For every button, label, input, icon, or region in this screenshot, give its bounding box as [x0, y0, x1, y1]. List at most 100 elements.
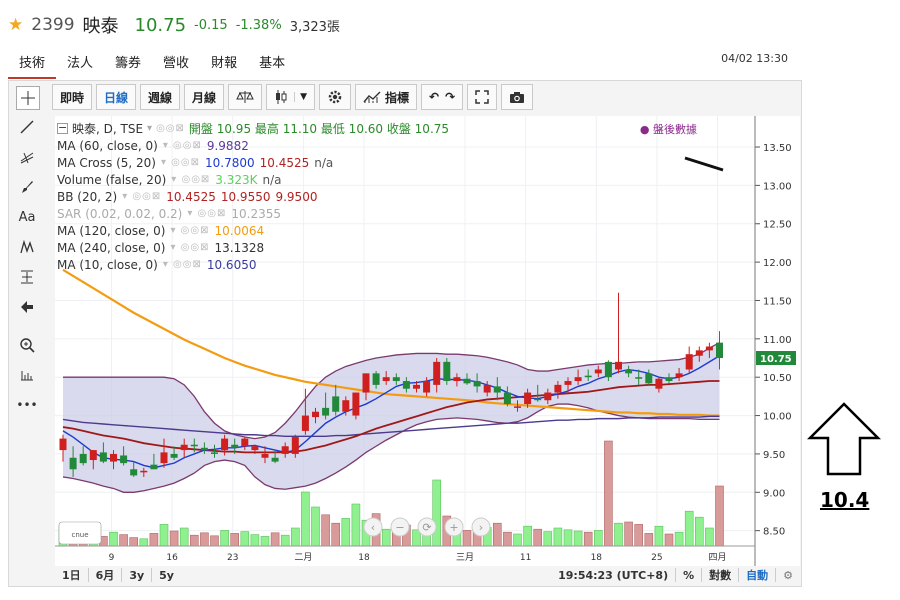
candle-body — [413, 384, 420, 389]
chart-type-button[interactable]: ▼ — [266, 84, 315, 110]
candle-body — [675, 373, 683, 378]
x-tick-label: 四月 — [708, 552, 726, 563]
arrow-left-icon[interactable] — [16, 296, 38, 318]
legend-row-actions-icon[interactable]: ▾ ◎◎⊠ — [170, 242, 209, 253]
candle-body — [271, 457, 279, 462]
reset-icon-glyph: ⟳ — [422, 521, 431, 534]
volume-bar — [139, 538, 149, 547]
text-icon[interactable]: Aa — [16, 206, 38, 228]
percent-toggle[interactable]: % — [676, 569, 701, 582]
volume-bar — [169, 530, 179, 547]
tab-margin[interactable]: 籌券 — [104, 48, 152, 79]
candle-body — [544, 392, 552, 401]
volume-bar — [523, 525, 532, 547]
candle-body — [301, 415, 309, 431]
y-tick-label: 13.50 — [763, 143, 792, 154]
candle-body — [433, 361, 441, 385]
redo-icon[interactable]: ↷ — [445, 90, 455, 104]
crosshair-icon[interactable] — [16, 86, 40, 110]
candle-body — [594, 369, 602, 374]
legend-row-value: n/a — [262, 172, 282, 187]
settings-gear-icon[interactable] — [318, 84, 351, 110]
tab-institutional[interactable]: 法人 — [56, 48, 104, 79]
volume-bar — [513, 533, 522, 547]
legend-eye-icon[interactable]: ◎◎⊠ — [156, 123, 185, 134]
candle-body — [251, 446, 259, 451]
legend-row-actions-icon[interactable]: ▾ ◎◎⊠ — [171, 174, 210, 185]
legend-row-actions-icon[interactable]: ▾ ◎◎⊠ — [163, 259, 202, 270]
volume-bar — [321, 514, 330, 547]
fullscreen-icon[interactable] — [467, 84, 498, 110]
legend-actions-icon[interactable]: ▾ — [147, 123, 152, 134]
candle-body — [241, 438, 249, 447]
candle-body — [281, 446, 289, 454]
legend-row-actions-icon[interactable]: ▾ ◎◎⊠ — [122, 191, 161, 202]
compare-icon[interactable] — [228, 84, 263, 110]
interval-intraday-button[interactable]: 即時 — [52, 84, 93, 110]
y-tick-label: 12.50 — [763, 220, 792, 231]
log-toggle[interactable]: 對數 — [702, 567, 738, 583]
tab-financials[interactable]: 財報 — [200, 48, 248, 79]
y-tick-label: 10.50 — [763, 373, 792, 384]
interval-monthly-button[interactable]: 月線 — [184, 84, 225, 110]
candle-body — [99, 452, 107, 462]
fib-icon[interactable] — [16, 146, 38, 168]
volume-bar — [593, 530, 603, 547]
legend-row-actions-icon[interactable]: ▾ ◎◎⊠ — [187, 208, 226, 219]
last-price-marker: 10.75 — [756, 351, 796, 366]
range-6m-button[interactable]: 6月 — [89, 567, 122, 583]
volume-bar — [220, 530, 229, 547]
volume-bar — [624, 521, 633, 547]
auto-toggle[interactable]: 自動 — [739, 567, 775, 583]
chart-toolbar: 即時 日線 週線 月線 ▼ 指標 ↶ ↷ — [52, 84, 534, 112]
candle-body — [584, 375, 592, 378]
legend-row: MA (60, close, 0) ▾ ◎◎⊠ 9.9882 — [57, 137, 697, 154]
pattern-icon[interactable] — [16, 236, 38, 258]
y-tick-label: 11.00 — [763, 335, 792, 346]
measure-icon[interactable] — [16, 266, 38, 288]
volume-bar — [563, 529, 573, 547]
candle-body — [625, 369, 633, 374]
chevron-down-icon[interactable]: ▼ — [294, 92, 307, 102]
range-3y-button[interactable]: 3y — [122, 569, 151, 582]
trendline-icon[interactable] — [16, 116, 38, 138]
legend-row-label: SAR (0.02, 0.02, 0.2) — [57, 206, 183, 221]
legend-row: MA (240, close, 0) ▾ ◎◎⊠ 13.1328 — [57, 239, 697, 256]
undo-redo-group: ↶ ↷ — [421, 84, 464, 110]
candle-body — [392, 377, 400, 382]
collapse-icon[interactable]: − — [57, 122, 68, 134]
legend-row-actions-icon[interactable]: ▾ ◎◎⊠ — [161, 157, 200, 168]
legend-row-actions-icon[interactable]: ▾ ◎◎⊠ — [170, 225, 209, 236]
volume-bar — [705, 527, 714, 547]
star-icon[interactable]: ★ — [8, 15, 23, 35]
legend-row: MA (10, close, 0) ▾ ◎◎⊠ 10.6050 — [57, 256, 697, 273]
candle-body — [362, 373, 370, 393]
camera-icon[interactable] — [501, 84, 534, 110]
tab-basic[interactable]: 基本 — [248, 48, 296, 79]
tab-revenue[interactable]: 營收 — [152, 48, 200, 79]
range-5y-button[interactable]: 5y — [152, 569, 181, 582]
volume-bar — [159, 524, 169, 547]
brush-icon[interactable] — [16, 176, 38, 198]
candle-body — [473, 381, 481, 387]
volume-bar — [351, 503, 361, 547]
volume-bar — [230, 533, 239, 547]
tab-technical[interactable]: 技術 — [8, 48, 57, 79]
legend-row-actions-icon[interactable]: ▾ ◎◎⊠ — [163, 140, 202, 151]
more-icon[interactable]: ••• — [16, 394, 38, 416]
volume-bar — [200, 532, 209, 547]
after-hours-link[interactable]: ● 盤後數據 — [640, 121, 697, 137]
settings-icon[interactable]: ⚙ — [776, 569, 800, 582]
range-1d-button[interactable]: 1日 — [55, 567, 88, 583]
legend-row: MA (120, close, 0) ▾ ◎◎⊠ 10.0064 — [57, 222, 697, 239]
drawing-toolbar: Aa ••• — [8, 82, 48, 422]
undo-icon[interactable]: ↶ — [429, 90, 439, 104]
zoom-in-icon[interactable] — [16, 334, 38, 356]
legend-row-value: n/a — [314, 155, 334, 170]
x-tick-label: 9 — [109, 553, 115, 563]
interval-daily-button[interactable]: 日線 — [96, 84, 137, 110]
indicators-button[interactable]: 指標 — [354, 84, 417, 110]
interval-weekly-button[interactable]: 週線 — [140, 84, 181, 110]
candle-icon — [276, 90, 287, 104]
ruler-icon[interactable] — [16, 364, 38, 386]
